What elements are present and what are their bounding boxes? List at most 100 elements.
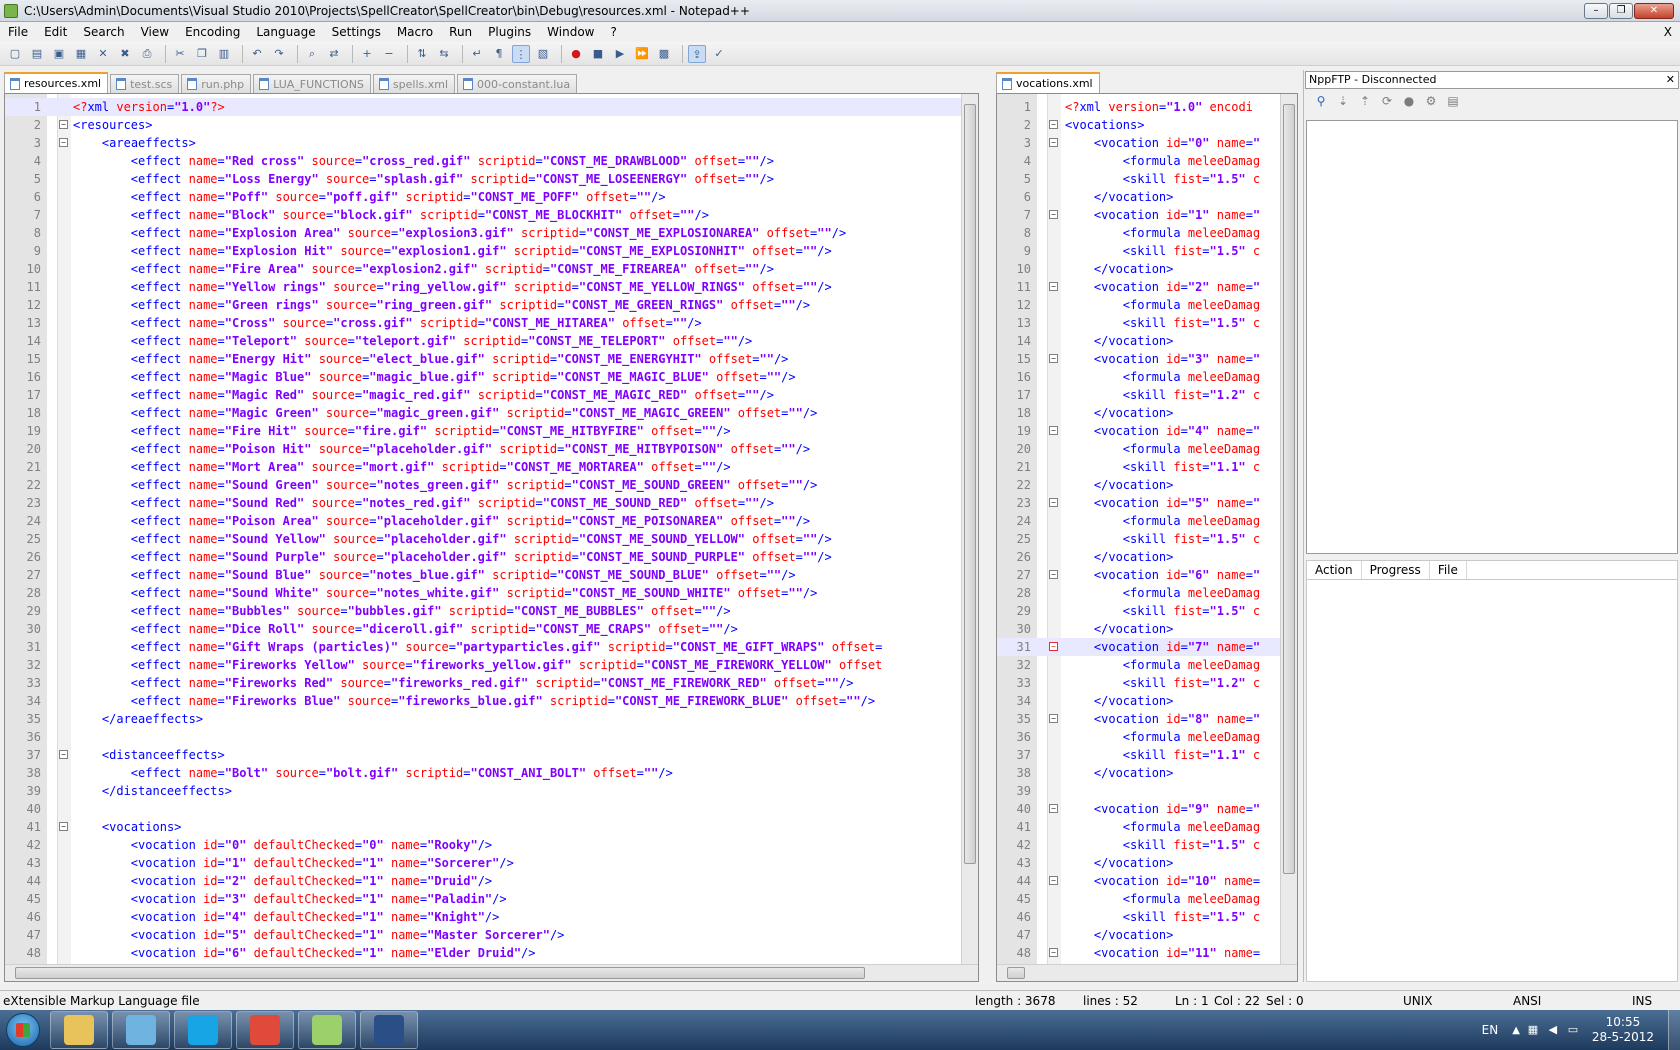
fold-toggle-icon[interactable]: −: [1049, 120, 1058, 129]
undo-icon[interactable]: ↶: [248, 45, 266, 63]
code-line[interactable]: 28 <formula meleeDamag: [997, 584, 1297, 602]
fold-toggle-icon[interactable]: −: [1049, 804, 1058, 813]
code-line[interactable]: 24 <effect name="Poison Area" source="pl…: [5, 512, 978, 530]
code-line[interactable]: 4 <effect name="Red cross" source="cross…: [5, 152, 978, 170]
code-line[interactable]: 19 − <vocation id="4" name=": [997, 422, 1297, 440]
code-line[interactable]: 29 <effect name="Bubbles" source="bubble…: [5, 602, 978, 620]
ftp-icon[interactable]: ⇪: [688, 44, 706, 63]
monitor-icon[interactable]: ▭: [1566, 1023, 1580, 1037]
sync-v-icon[interactable]: ⇅: [413, 45, 431, 63]
tab-lua-functions[interactable]: LUA_FUNCTIONS: [253, 74, 371, 93]
stop-macro-icon[interactable]: ■: [589, 45, 607, 63]
fold-toggle-icon[interactable]: −: [59, 120, 68, 129]
code-line[interactable]: 4 <formula meleeDamag: [997, 152, 1297, 170]
code-line[interactable]: 27 <effect name="Sound Blue" source="not…: [5, 566, 978, 584]
code-line[interactable]: 44 <vocation id="2" defaultChecked="1" n…: [5, 872, 978, 890]
download-icon[interactable]: ⇣: [1334, 92, 1352, 110]
code-line[interactable]: 16 <formula meleeDamag: [997, 368, 1297, 386]
code-line[interactable]: 18 <effect name="Magic Green" source="ma…: [5, 404, 978, 422]
clock[interactable]: 10:55 28-5-2012: [1592, 1015, 1654, 1045]
code-line[interactable]: 32 <formula meleeDamag: [997, 656, 1297, 674]
queue-column-file[interactable]: File: [1430, 561, 1467, 579]
code-line[interactable]: 14 <effect name="Teleport" source="telep…: [5, 332, 978, 350]
code-line[interactable]: 3 − <areaeffects>: [5, 134, 978, 152]
wrap-icon[interactable]: ↵: [468, 45, 486, 63]
code-line[interactable]: 5 <effect name="Loss Energy" source="spl…: [5, 170, 978, 188]
lang-icon[interactable]: ▧: [534, 45, 552, 63]
sync-h-icon[interactable]: ⇆: [435, 45, 453, 63]
fold-toggle-icon[interactable]: −: [59, 750, 68, 759]
code-line[interactable]: 38 </vocation>: [997, 764, 1297, 782]
run-macro-multiple-icon[interactable]: ⏩: [633, 45, 651, 63]
all-chars-icon[interactable]: ¶: [490, 45, 508, 63]
code-line[interactable]: 40: [5, 800, 978, 818]
fold-toggle-icon[interactable]: −: [1049, 876, 1058, 885]
tab-test-scs[interactable]: test.scs: [110, 74, 180, 93]
code-line[interactable]: 28 <effect name="Sound White" source="no…: [5, 584, 978, 602]
fold-toggle-icon[interactable]: −: [1049, 642, 1058, 651]
nppftp-tree[interactable]: [1306, 120, 1678, 554]
menu-run[interactable]: Run: [441, 22, 480, 42]
code-line[interactable]: 34 </vocation>: [997, 692, 1297, 710]
nppftp-queue-list[interactable]: [1306, 580, 1678, 982]
code-line[interactable]: 21 <skill fist="1.1" c: [997, 458, 1297, 476]
code-line[interactable]: 47 </vocation>: [997, 926, 1297, 944]
close-document-button[interactable]: X: [1664, 25, 1672, 39]
code-line[interactable]: 24 <formula meleeDamag: [997, 512, 1297, 530]
zoom-in-icon[interactable]: +: [358, 45, 376, 63]
messages-icon[interactable]: ▤: [1444, 92, 1462, 110]
code-line[interactable]: 22 <effect name="Sound Green" source="no…: [5, 476, 978, 494]
tab-resources-xml[interactable]: resources.xml: [4, 72, 109, 93]
close-window-button[interactable]: ✕: [1634, 2, 1674, 19]
settings-icon[interactable]: ⚙: [1422, 92, 1440, 110]
taskbar-chrome-button[interactable]: [236, 1011, 294, 1049]
code-line[interactable]: 29 <skill fist="1.5" c: [997, 602, 1297, 620]
code-line[interactable]: 9 <skill fist="1.5" c: [997, 242, 1297, 260]
code-line[interactable]: 42 <vocation id="0" defaultChecked="0" n…: [5, 836, 978, 854]
close-icon[interactable]: ✕: [94, 45, 112, 63]
code-line[interactable]: 39: [997, 782, 1297, 800]
code-line[interactable]: 38 <effect name="Bolt" source="bolt.gif"…: [5, 764, 978, 782]
right-editor[interactable]: 1 <?xml version="1.0" encodi 2− <vocations>…: [996, 93, 1298, 982]
spell-check-icon[interactable]: ✓: [710, 45, 728, 63]
menu-search[interactable]: Search: [75, 22, 132, 42]
code-line[interactable]: 31 − <vocation id="7" name=": [997, 638, 1297, 656]
queue-column-progress[interactable]: Progress: [1362, 561, 1430, 579]
save-all-icon[interactable]: ▦: [72, 45, 90, 63]
code-line[interactable]: 25 <skill fist="1.5" c: [997, 530, 1297, 548]
left-vertical-scrollbar[interactable]: [961, 94, 978, 964]
code-line[interactable]: 48 <vocation id="6" defaultChecked="1" n…: [5, 944, 978, 962]
menu-language[interactable]: Language: [248, 22, 323, 42]
nppftp-close-icon[interactable]: ✕: [1666, 72, 1675, 88]
fold-toggle-icon[interactable]: −: [1049, 498, 1058, 507]
code-line[interactable]: 15 − <vocation id="3" name=": [997, 350, 1297, 368]
taskbar-lol-button[interactable]: [360, 1011, 418, 1049]
start-button[interactable]: [0, 1010, 46, 1050]
code-line[interactable]: 20 <effect name="Poison Hit" source="pla…: [5, 440, 978, 458]
taskbar-users-button[interactable]: [112, 1011, 170, 1049]
refresh-icon[interactable]: ⟳: [1378, 92, 1396, 110]
code-line[interactable]: 35 − <vocation id="8" name=": [997, 710, 1297, 728]
fold-toggle-icon[interactable]: −: [59, 822, 68, 831]
code-line[interactable]: 47 <vocation id="5" defaultChecked="1" n…: [5, 926, 978, 944]
code-line[interactable]: 45 <vocation id="3" defaultChecked="1" n…: [5, 890, 978, 908]
code-line[interactable]: 6 </vocation>: [997, 188, 1297, 206]
tab-run-php[interactable]: run.php: [181, 74, 252, 93]
menu-plugins[interactable]: Plugins: [480, 22, 539, 42]
tab-spells-xml[interactable]: spells.xml: [372, 74, 456, 93]
code-line[interactable]: 46 <vocation id="4" defaultChecked="1" n…: [5, 908, 978, 926]
code-line[interactable]: 7 <effect name="Block" source="block.gif…: [5, 206, 978, 224]
code-line[interactable]: 43 <vocation id="1" defaultChecked="1" n…: [5, 854, 978, 872]
code-line[interactable]: 37 − <distanceeffects>: [5, 746, 978, 764]
code-line[interactable]: 27 − <vocation id="6" name=": [997, 566, 1297, 584]
code-line[interactable]: 10 <effect name="Fire Area" source="expl…: [5, 260, 978, 278]
code-line[interactable]: 48 − <vocation id="11" name=: [997, 944, 1297, 962]
code-line[interactable]: 32 <effect name="Fireworks Yellow" sourc…: [5, 656, 978, 674]
code-line[interactable]: 14 </vocation>: [997, 332, 1297, 350]
taskbar-skype-button[interactable]: [174, 1011, 232, 1049]
code-line[interactable]: 12 <effect name="Green rings" source="ri…: [5, 296, 978, 314]
zoom-out-icon[interactable]: −: [380, 45, 398, 63]
code-line[interactable]: 8 <effect name="Explosion Area" source="…: [5, 224, 978, 242]
right-horizontal-scrollbar[interactable]: [997, 964, 1297, 981]
code-line[interactable]: 3 − <vocation id="0" name=": [997, 134, 1297, 152]
